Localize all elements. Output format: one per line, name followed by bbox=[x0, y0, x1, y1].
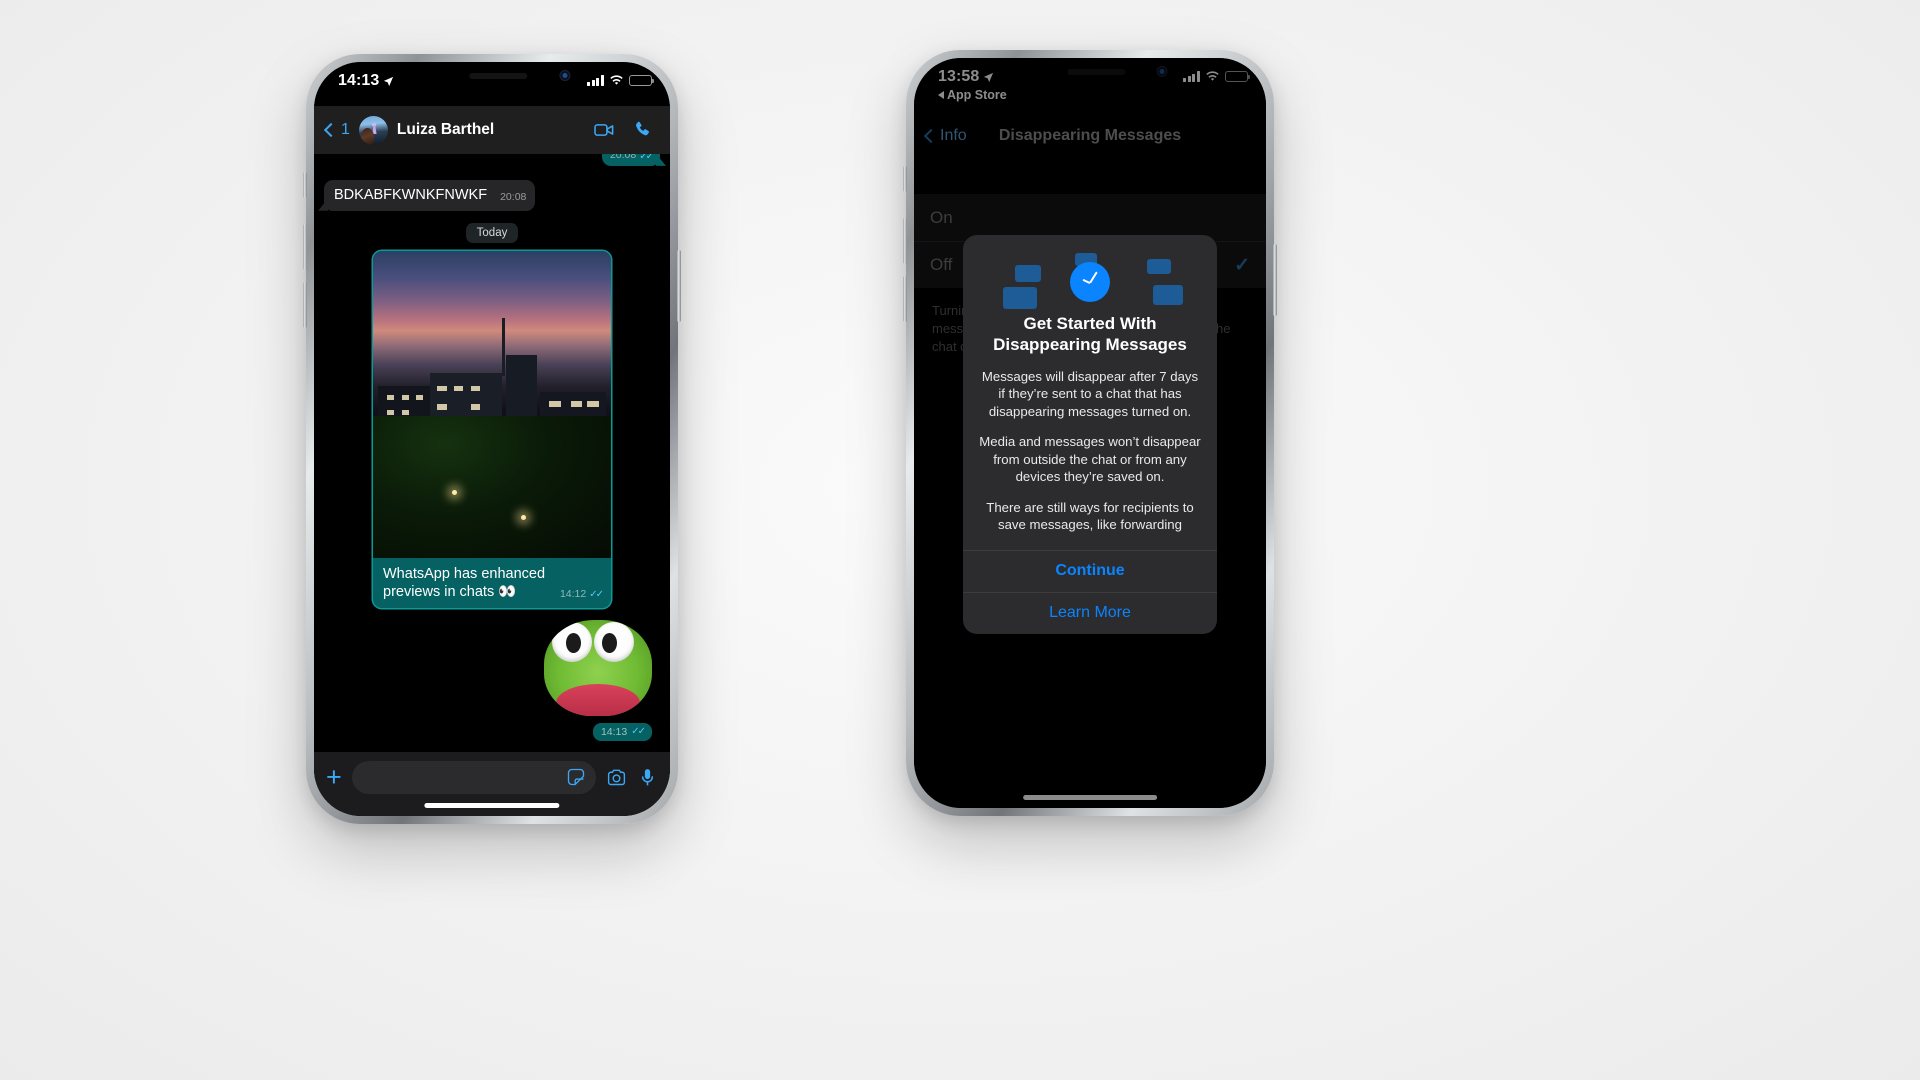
phone-left-screen: 14:13 1 Luiza Barthel 20:08 ✓✓ BDKABFKWN… bbox=[314, 62, 670, 816]
message-meta: 14:13 ✓✓ bbox=[592, 722, 652, 741]
avatar[interactable] bbox=[358, 115, 388, 145]
message-row[interactable]: 20:08 ✓✓ bbox=[314, 154, 670, 166]
screenshot-canvas: 14:13 1 Luiza Barthel 20:08 ✓✓ BDKABFKWN… bbox=[0, 0, 1920, 1080]
chat-header: 1 Luiza Barthel bbox=[314, 106, 670, 154]
home-indicator[interactable] bbox=[424, 803, 560, 808]
media-caption: WhatsApp has enhanced previews in chats … bbox=[373, 558, 611, 608]
silent-switch[interactable] bbox=[903, 166, 907, 192]
video-camera-icon[interactable] bbox=[593, 119, 615, 141]
message-text: BDKABFKWNKFNWKF bbox=[334, 186, 488, 203]
volume-down-button[interactable] bbox=[903, 276, 907, 322]
status-time: 14:13 bbox=[338, 72, 380, 89]
volume-up-button[interactable] bbox=[903, 218, 907, 264]
media-bubble[interactable]: WhatsApp has enhanced previews in chats … bbox=[373, 250, 611, 608]
battery-icon bbox=[629, 75, 654, 86]
bubble-tail bbox=[656, 154, 666, 166]
location-arrow-icon bbox=[384, 76, 394, 86]
phone-icon[interactable] bbox=[632, 119, 654, 141]
chat-message-list[interactable]: 20:08 ✓✓ BDKABFKWNKFNWKF 20:08 Today Wha… bbox=[314, 154, 670, 752]
message-meta: 14:12 ✓✓ bbox=[559, 588, 604, 601]
double-check-icon: ✓✓ bbox=[639, 154, 654, 162]
microphone-icon[interactable] bbox=[637, 767, 658, 788]
day-separator-label: Today bbox=[465, 222, 519, 243]
message-time: 14:12 bbox=[559, 588, 587, 601]
message-time: 20:08 bbox=[500, 191, 527, 204]
frog-puppet-sticker[interactable] bbox=[544, 619, 652, 716]
silent-switch[interactable] bbox=[303, 172, 307, 198]
modal-paragraph: Media and messages won’t disappear from … bbox=[979, 434, 1201, 485]
message-row[interactable]: BDKABFKWNKFNWKF 20:08 bbox=[314, 179, 670, 211]
contact-name[interactable]: Luiza Barthel bbox=[397, 121, 494, 139]
outgoing-bubble[interactable]: 20:08 ✓✓ bbox=[601, 154, 666, 166]
double-check-icon: ✓✓ bbox=[589, 588, 604, 600]
earpiece-speaker bbox=[468, 73, 527, 79]
phone-left: 14:13 1 Luiza Barthel 20:08 ✓✓ BDKABFKWN… bbox=[303, 54, 681, 824]
sticker-meta-row: 14:13 ✓✓ bbox=[314, 722, 670, 741]
day-separator: Today bbox=[314, 222, 670, 243]
sticker-icon[interactable] bbox=[566, 767, 586, 787]
onboarding-modal: Get Started With Disappearing Messages M… bbox=[963, 235, 1217, 634]
back-button[interactable]: 1 bbox=[323, 121, 350, 139]
clock-speech-bubbles-icon bbox=[963, 235, 1217, 311]
modal-body: Messages will disappear after 7 days if … bbox=[963, 356, 1217, 550]
power-button[interactable] bbox=[677, 250, 681, 322]
camera-icon[interactable] bbox=[606, 767, 627, 788]
front-camera bbox=[559, 70, 571, 81]
photo-thumbnail[interactable] bbox=[373, 250, 611, 558]
message-time: 20:08 bbox=[609, 154, 637, 162]
power-button[interactable] bbox=[1273, 244, 1277, 316]
learn-more-button[interactable]: Learn More bbox=[963, 591, 1217, 634]
incoming-bubble[interactable]: BDKABFKWNKFNWKF 20:08 bbox=[318, 179, 536, 211]
modal-paragraph: Messages will disappear after 7 days if … bbox=[981, 368, 1199, 419]
continue-button[interactable]: Continue bbox=[963, 549, 1217, 592]
plus-icon[interactable]: + bbox=[326, 763, 342, 791]
unread-count: 1 bbox=[341, 121, 350, 138]
modal-title: Get Started With Disappearing Messages bbox=[993, 314, 1187, 355]
sticker-message-row[interactable] bbox=[314, 619, 670, 716]
message-meta: 20:08 ✓✓ bbox=[609, 154, 654, 163]
cellular-bars-icon bbox=[587, 75, 604, 86]
message-time: 14:13 bbox=[600, 725, 628, 738]
phone-right: 13:58 App Store Info Disappearing Messag… bbox=[903, 50, 1277, 816]
photo-tower bbox=[501, 318, 505, 377]
double-check-icon: ✓✓ bbox=[631, 726, 646, 738]
chevron-left-icon bbox=[323, 122, 339, 138]
volume-down-button[interactable] bbox=[303, 282, 307, 328]
photo-foliage bbox=[373, 416, 611, 558]
notch bbox=[399, 62, 585, 92]
message-meta: 20:08 bbox=[500, 191, 526, 205]
modal-paragraph: There are still ways for recipients to s… bbox=[986, 499, 1194, 533]
volume-up-button[interactable] bbox=[303, 224, 307, 270]
phone-right-screen: 13:58 App Store Info Disappearing Messag… bbox=[914, 58, 1266, 808]
message-input[interactable] bbox=[351, 760, 596, 794]
wifi-icon bbox=[610, 75, 623, 85]
media-message-row[interactable]: WhatsApp has enhanced previews in chats … bbox=[314, 250, 670, 608]
bubble-tail bbox=[318, 198, 328, 211]
